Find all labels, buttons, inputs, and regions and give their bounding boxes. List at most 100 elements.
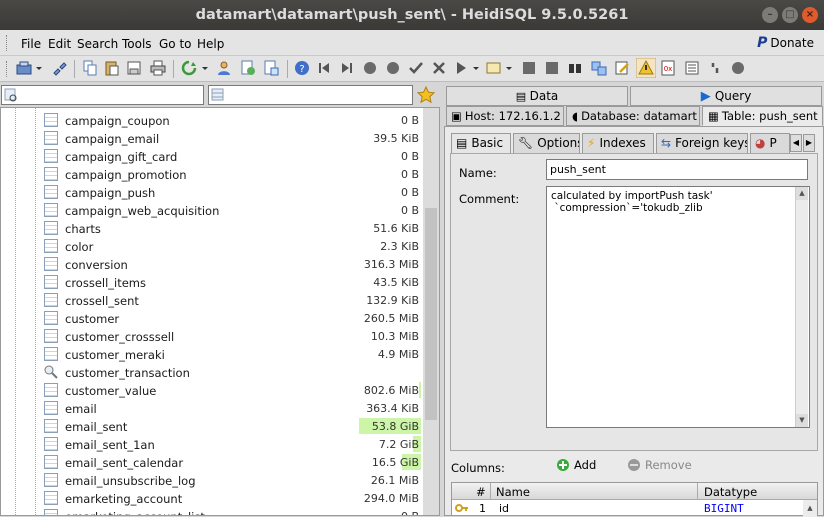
table-row[interactable]: campaign_coupon 0 B — [1, 111, 423, 129]
col-header-datatype[interactable]: Datatype — [704, 485, 757, 499]
menu-file[interactable]: File — [21, 37, 41, 51]
favorite-star-icon[interactable] — [417, 86, 435, 104]
scroll-up-icon[interactable]: ▲ — [803, 500, 817, 517]
col-header-name[interactable]: Name — [496, 485, 530, 499]
stop-icon[interactable] — [362, 60, 378, 76]
format-icon[interactable] — [486, 60, 516, 76]
table-row[interactable]: customer_meraki 4.9 MiB — [1, 345, 423, 363]
table-row[interactable]: email_sent_calendar 16.5 GiB — [1, 453, 423, 471]
menu-edit[interactable]: Edit — [48, 37, 71, 51]
tab-options[interactable]: 🔧︎ Options — [513, 133, 580, 154]
scroll-up-icon[interactable]: ▲ — [796, 187, 808, 200]
first-icon[interactable] — [316, 60, 332, 76]
minimize-icon[interactable]: – — [762, 7, 778, 23]
size-bar — [419, 382, 421, 398]
stop2-icon[interactable] — [385, 60, 401, 76]
table-size: 7.2 GiB — [378, 438, 419, 451]
table-row[interactable]: customer_transaction — [1, 363, 423, 381]
tab-indexes[interactable]: ⚡︎ Indexes — [582, 133, 654, 154]
table-name: email_sent_1an — [65, 438, 155, 452]
remove-column-button[interactable]: Remove — [627, 458, 692, 472]
hex-icon[interactable]: 0x — [660, 60, 676, 76]
binoculars-icon[interactable] — [567, 60, 583, 76]
user-manager-icon[interactable] — [216, 60, 232, 76]
tab-foreign-keys[interactable]: ⇆ Foreign keys — [656, 133, 748, 154]
cancel-icon[interactable] — [431, 60, 447, 76]
name-field[interactable]: push_sent — [546, 159, 808, 180]
tab-data[interactable]: ▤ Data — [446, 86, 628, 106]
table-name: campaign_web_acquisition — [65, 204, 220, 218]
tab-scroll-right-icon[interactable]: ▶ — [803, 134, 815, 152]
comment-scrollbar[interactable]: ▲ ▼ — [795, 187, 808, 427]
copy-icon[interactable] — [82, 60, 98, 76]
edit-icon[interactable] — [614, 60, 630, 76]
warning-icon[interactable] — [636, 58, 656, 78]
table-row[interactable]: campaign_web_acquisition 0 B — [1, 201, 423, 219]
add-column-button[interactable]: Add — [556, 458, 596, 472]
table-row[interactable]: conversion 316.3 MiB — [1, 255, 423, 273]
print-icon[interactable] — [150, 60, 166, 76]
table-row[interactable]: customer_value 802.6 MiB — [1, 381, 423, 399]
session-manager-icon[interactable] — [16, 60, 44, 76]
export-sql-icon[interactable] — [263, 60, 279, 76]
scroll-down-icon[interactable]: ▼ — [796, 414, 808, 427]
save-icon[interactable] — [126, 60, 142, 76]
table-row[interactable]: email 363.4 KiB — [1, 399, 423, 417]
table-name: customer_crosssell — [65, 330, 175, 344]
table-row[interactable]: customer_crosssell 10.3 MiB — [1, 327, 423, 345]
table-row[interactable]: campaign_gift_card 0 B — [1, 147, 423, 165]
run-icon[interactable] — [454, 60, 482, 76]
stop-square2-icon[interactable] — [544, 60, 560, 76]
stop-round-icon[interactable] — [730, 60, 746, 76]
menu-tools[interactable]: Tools — [122, 37, 152, 51]
menu-help[interactable]: Help — [197, 37, 224, 51]
tab-table[interactable]: ▦ Table: push_sent — [702, 106, 823, 126]
table-row[interactable]: color 2.3 KiB — [1, 237, 423, 255]
paste-icon[interactable] — [104, 60, 120, 76]
table-row[interactable]: email_sent 53.8 GiB — [1, 417, 423, 435]
tab-basic[interactable]: ▤ Basic — [451, 133, 511, 154]
table-row[interactable]: crossell_sent 132.9 KiB — [1, 291, 423, 309]
table-row[interactable]: email_sent_1an 7.2 GiB — [1, 435, 423, 453]
comment-icon[interactable] — [707, 60, 723, 76]
table-row[interactable]: customer 260.5 MiB — [1, 309, 423, 327]
table-row[interactable]: emarketing_account 294.0 MiB — [1, 489, 423, 507]
table-row[interactable]: 1 id BIGINT ▲ — [452, 500, 817, 517]
table-row[interactable]: email_unsubscribe_log 26.1 MiB — [1, 471, 423, 489]
refresh-icon[interactable] — [181, 60, 211, 76]
table-row[interactable]: campaign_promotion 0 B — [1, 165, 423, 183]
check-icon[interactable] — [408, 60, 424, 76]
tree-scrollbar[interactable] — [423, 108, 439, 515]
tab-database[interactable]: ◖ Database: datamart — [566, 106, 700, 126]
tab-query[interactable]: ▶ Query — [630, 86, 822, 106]
table-row[interactable]: crossell_items 43.5 KiB — [1, 273, 423, 291]
table-icon — [44, 473, 58, 487]
disconnect-icon[interactable] — [51, 60, 67, 76]
maximize-icon[interactable]: □ — [782, 7, 798, 23]
tab-scroll-left-icon[interactable]: ◀ — [790, 134, 802, 152]
maintenance-icon[interactable] — [240, 60, 256, 76]
stop-square-icon[interactable] — [521, 60, 537, 76]
table-row[interactable]: campaign_push 0 B — [1, 183, 423, 201]
last-icon[interactable] — [339, 60, 355, 76]
table-row[interactable]: campaign_email 39.5 KiB — [1, 129, 423, 147]
comment-field[interactable]: calculated by importPush task' `compress… — [546, 186, 810, 428]
help-icon[interactable]: ? — [294, 60, 310, 76]
list-icon[interactable] — [684, 60, 700, 76]
close-icon[interactable]: × — [802, 7, 818, 23]
table-name: emarketing_account — [65, 492, 183, 506]
columns-table: # Name Datatype 1 id BIGINT ▲ — [451, 482, 818, 517]
table-filter-input[interactable] — [208, 85, 413, 105]
col-header-num[interactable]: # — [476, 485, 486, 499]
table-row[interactable]: charts 51.6 KiB — [1, 219, 423, 237]
donate-button[interactable]: P Donate — [757, 35, 814, 51]
tab-partitions[interactable]: ◕ P — [750, 133, 790, 154]
menu-goto[interactable]: Go to — [159, 37, 192, 51]
menu-search[interactable]: Search — [77, 37, 118, 51]
database-filter-input[interactable] — [1, 85, 204, 105]
replace-icon[interactable] — [591, 60, 607, 76]
table-icon — [44, 167, 58, 181]
table-row[interactable]: emarketing_account_list 0 B — [1, 507, 423, 515]
tab-host[interactable]: ▣ Host: 172.16.1.2 — [446, 106, 564, 126]
tree-scroll-thumb[interactable] — [425, 208, 437, 420]
